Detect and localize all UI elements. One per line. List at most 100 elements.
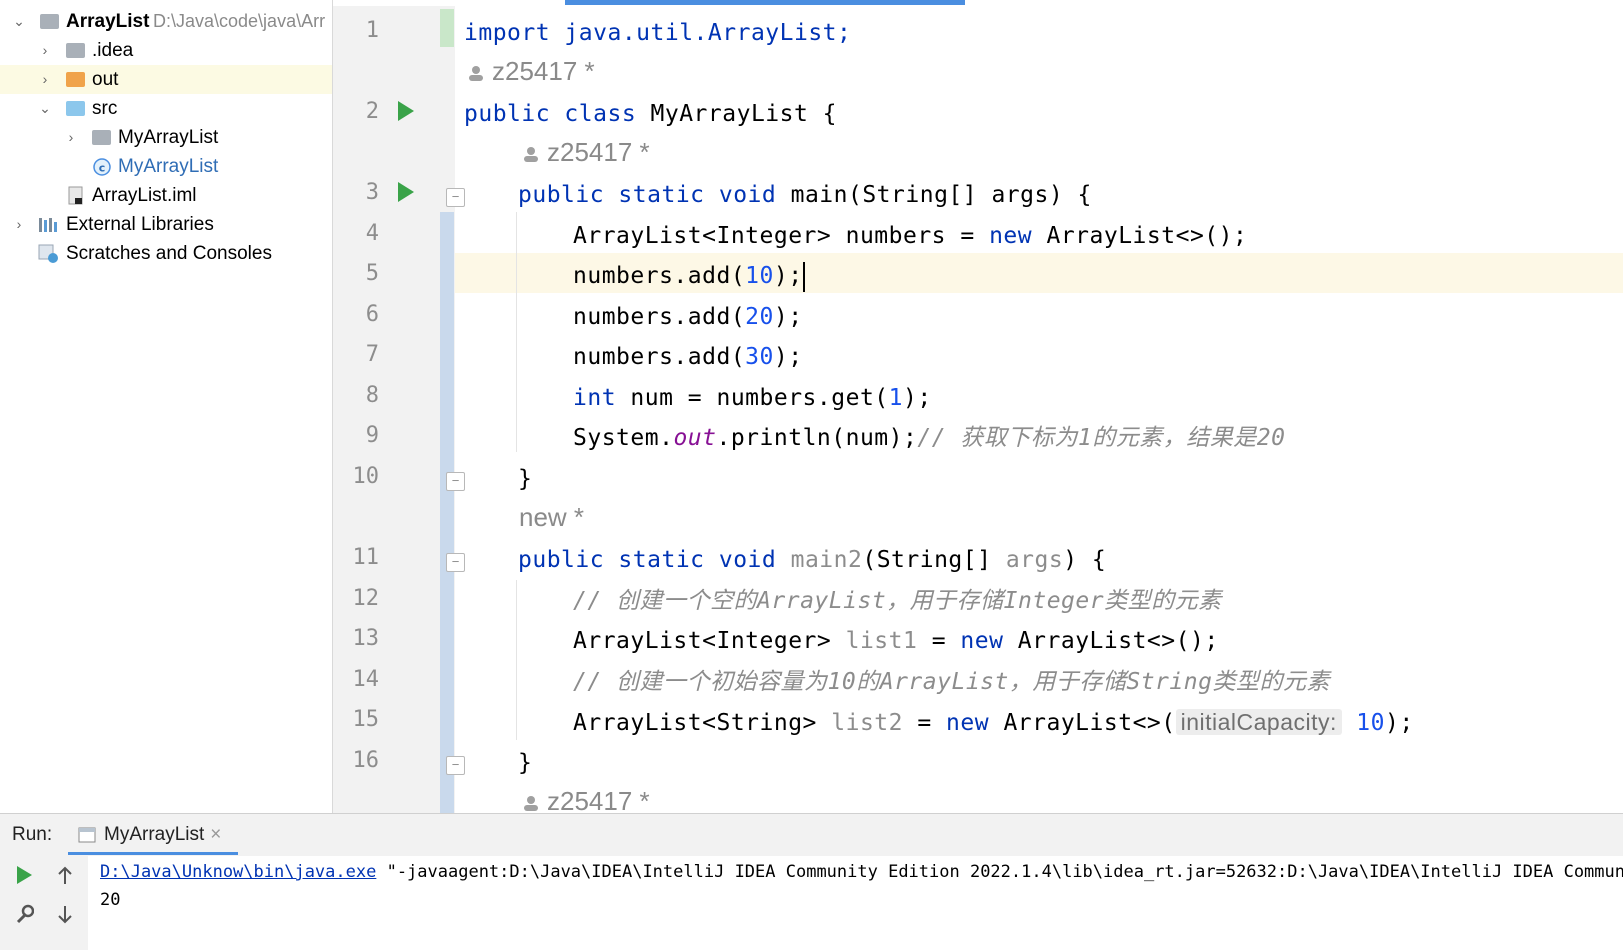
tree-item-idea[interactable]: › .idea (0, 36, 332, 65)
code-line-5[interactable]: numbers.add(10); (573, 256, 805, 296)
code-text: ArrayList<Integer> (573, 628, 846, 654)
code-line-10[interactable]: } (518, 459, 532, 499)
fold-icon[interactable]: − (446, 553, 465, 572)
root-path: D:\Java\code\java\Arr (153, 11, 326, 31)
code-text: new (946, 710, 990, 736)
code-text: ); (1384, 710, 1414, 736)
fold-icon[interactable]: − (446, 472, 465, 491)
line-number: 6 (365, 302, 379, 327)
console-command-line: D:\Java\Unknow\bin\java.exe "-javaagent:… (100, 862, 1623, 882)
line-number: 12 (352, 586, 380, 611)
code-line-4[interactable]: ArrayList<Integer> numbers = new ArrayLi… (573, 216, 1247, 256)
code-comment: // 创建一个初始容量为10的ArrayList，用于存储String类型的元素 (573, 669, 1330, 695)
line-number: 5 (365, 261, 379, 286)
run-main-icon[interactable] (398, 182, 414, 202)
code-line-9[interactable]: System.out.println(num);// 获取下标为1的元素，结果是… (573, 418, 1285, 458)
code-text: 10 (1356, 710, 1385, 736)
tree-item-iml[interactable]: ArrayList.iml (0, 181, 332, 210)
run-tab-label: MyArrayList (104, 824, 205, 845)
library-icon (39, 218, 57, 232)
tree-item-external-libraries[interactable]: › External Libraries (0, 210, 332, 239)
code-text: ArrayList<>(); (1003, 628, 1219, 654)
code-text: public static void (518, 182, 777, 208)
tree-item-scratches[interactable]: Scratches and Consoles (0, 239, 332, 268)
project-panel: ⌄ ArrayList D:\Java\code\java\Arr › .ide… (0, 0, 333, 842)
author-hint[interactable]: z25417 * (468, 56, 595, 87)
code-line-8[interactable]: int num = numbers.get(1); (573, 378, 932, 418)
code-text: ); (773, 304, 803, 330)
wrench-icon[interactable] (14, 904, 34, 924)
person-icon (524, 147, 538, 163)
code-comment: // 创建一个空的ArrayList，用于存储Integer类型的元素 (573, 588, 1222, 614)
code-line-1[interactable]: import java.util.ArrayList; (464, 13, 851, 53)
code-text: MyArrayList { (636, 101, 838, 127)
run-panel: Run: MyArrayList × D:\Java\Unknow\bin\jav… (0, 813, 1623, 950)
person-icon (469, 66, 483, 82)
code-line-7[interactable]: numbers.add(30); (573, 337, 803, 377)
run-class-icon[interactable] (398, 101, 414, 121)
rerun-icon[interactable] (17, 866, 32, 884)
code-text: 1 (888, 385, 904, 411)
author-hint[interactable]: new * (519, 502, 584, 533)
code-line-15[interactable]: ArrayList<String> list2 = new ArrayList<… (573, 702, 1414, 743)
run-tab[interactable]: MyArrayList × (78, 820, 221, 850)
chevron-right-icon[interactable]: › (64, 123, 78, 152)
code-text: import java.util.ArrayList; (464, 20, 852, 46)
fold-icon[interactable]: − (446, 756, 465, 775)
root-name: ArrayList (66, 11, 150, 32)
chevron-down-icon[interactable]: ⌄ (38, 94, 52, 123)
code-text: ) { (1063, 547, 1107, 573)
code-line-3[interactable]: public static void main(String[] args) { (518, 175, 1092, 215)
arrow-up-icon[interactable] (56, 866, 74, 886)
code-line-14[interactable]: // 创建一个初始容量为10的ArrayList，用于存储String类型的元素 (573, 662, 1330, 702)
code-text: ArrayList<>(); (1032, 223, 1248, 249)
line-number: 15 (352, 707, 380, 732)
line-number: 16 (352, 748, 380, 773)
tree-item-class[interactable]: c MyArrayList (0, 152, 332, 181)
chevron-right-icon[interactable]: › (12, 210, 26, 239)
line-number: 8 (365, 383, 379, 408)
code-text: numbers.add( (573, 263, 746, 289)
line-number: 1 (365, 18, 379, 43)
code-text: list1 (845, 628, 918, 654)
fold-icon[interactable]: − (446, 188, 465, 207)
caret-row-highlight (333, 253, 1623, 293)
code-line-13[interactable]: ArrayList<Integer> list1 = new ArrayList… (573, 621, 1219, 661)
console-output-line: 20 (100, 890, 121, 910)
code-line-2[interactable]: public class MyArrayList { (464, 94, 837, 134)
java-exe-link[interactable]: D:\Java\Unknow\bin\java.exe (100, 862, 376, 882)
code-text: .println(num); (716, 425, 918, 451)
chevron-down-icon[interactable]: ⌄ (12, 7, 26, 36)
code-text: int (573, 385, 617, 411)
arrow-down-icon[interactable] (56, 904, 74, 924)
code-line-6[interactable]: numbers.add(20); (573, 297, 803, 337)
code-line-11[interactable]: public static void main2(String[] args) … (518, 540, 1106, 580)
tree-label: External Libraries (66, 214, 214, 235)
tree-item-src[interactable]: ⌄ src (0, 94, 332, 123)
tree-root[interactable]: ⌄ ArrayList D:\Java\code\java\Arr (0, 7, 332, 36)
close-icon[interactable]: × (210, 824, 221, 845)
code-text: num = numbers.get( (616, 385, 889, 411)
tree-label: src (92, 98, 118, 119)
code-text: main(String[] args) { (776, 182, 1092, 208)
console-output[interactable]: D:\Java\Unknow\bin\java.exe "-javaagent:… (88, 856, 1623, 950)
code-text: public static void (518, 547, 777, 573)
tree-item-out[interactable]: › out (0, 65, 332, 94)
folder-icon (66, 72, 85, 87)
code-editor[interactable]: 1 2 3 4 5 6 7 8 9 10 11 12 13 14 15 16 −… (333, 0, 1623, 842)
chevron-right-icon[interactable]: › (38, 36, 52, 65)
code-text: } (518, 466, 533, 492)
tree-label: Scratches and Consoles (66, 243, 272, 264)
code-text: list2 (831, 710, 903, 736)
code-text: args (1005, 547, 1064, 573)
author-hint[interactable]: z25417 * (523, 137, 650, 168)
code-line-16[interactable]: } (518, 743, 532, 783)
code-line-12[interactable]: // 创建一个空的ArrayList，用于存储Integer类型的元素 (573, 581, 1222, 621)
code-text: = (917, 628, 961, 654)
console-icon (78, 827, 96, 843)
code-text: ArrayList<>( (989, 710, 1176, 736)
chevron-right-icon[interactable]: › (38, 65, 52, 94)
parameter-hint: initialCapacity: (1175, 709, 1342, 735)
tree-item-package[interactable]: › MyArrayList (0, 123, 332, 152)
source-folder-icon (66, 101, 85, 116)
